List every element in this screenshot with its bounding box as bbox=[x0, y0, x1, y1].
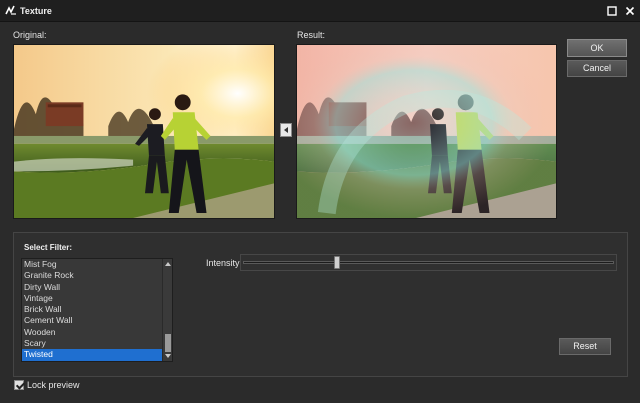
original-label: Original: bbox=[13, 30, 47, 40]
filter-list-item[interactable]: Dirty Wall bbox=[22, 282, 162, 293]
filter-list-item[interactable]: Brick Wall bbox=[22, 304, 162, 315]
filter-list-item[interactable]: Mist Fog bbox=[22, 259, 162, 270]
result-label: Result: bbox=[297, 30, 326, 40]
intensity-label: Intensity: bbox=[206, 258, 243, 268]
app-logo-icon bbox=[5, 5, 16, 15]
ok-button[interactable]: OK bbox=[567, 39, 627, 57]
window-title: Texture bbox=[20, 6, 52, 16]
scroll-down-icon[interactable] bbox=[165, 354, 171, 358]
reset-button[interactable]: Reset bbox=[559, 338, 611, 355]
filter-list-item-selected[interactable]: Twisted bbox=[22, 349, 162, 361]
checkbox-checked-icon[interactable] bbox=[14, 380, 24, 390]
intensity-slider-track[interactable] bbox=[243, 261, 614, 264]
close-icon[interactable] bbox=[624, 5, 636, 17]
intensity-slider-thumb[interactable] bbox=[334, 256, 341, 269]
select-filter-heading: Select Filter: bbox=[24, 243, 73, 252]
filter-list-item[interactable]: Vintage bbox=[22, 293, 162, 304]
filter-list-item[interactable]: Granite Rock bbox=[22, 270, 162, 281]
filter-list-scrollbar[interactable] bbox=[162, 259, 172, 361]
lock-preview-label: Lock preview bbox=[27, 380, 80, 390]
filter-list-item[interactable]: Scary bbox=[22, 338, 162, 349]
title-bar: Texture bbox=[0, 0, 640, 22]
scroll-up-icon[interactable] bbox=[165, 262, 171, 266]
filter-list-item[interactable]: Cement Wall bbox=[22, 315, 162, 326]
original-preview-image bbox=[13, 44, 275, 219]
copy-to-original-button[interactable] bbox=[280, 123, 292, 137]
filter-list-item[interactable]: Wooden bbox=[22, 327, 162, 338]
cancel-button[interactable]: Cancel bbox=[567, 60, 627, 77]
result-preview-image bbox=[296, 44, 557, 219]
filter-list[interactable]: Mist Fog Granite Rock Dirty Wall Vintage… bbox=[21, 258, 173, 362]
intensity-slider[interactable] bbox=[240, 254, 617, 271]
scrollbar-thumb[interactable] bbox=[165, 334, 171, 352]
maximize-icon[interactable] bbox=[606, 5, 618, 17]
